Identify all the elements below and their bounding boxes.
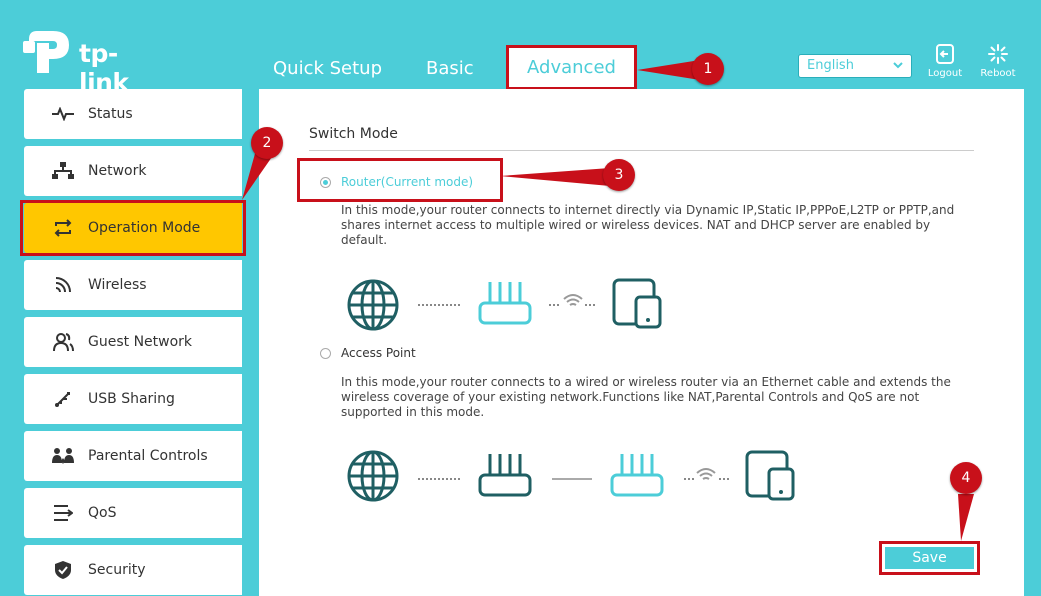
devices-icon	[745, 450, 795, 501]
language-value: English	[807, 58, 854, 73]
save-button[interactable]: Save	[885, 547, 974, 569]
connection-dots	[684, 478, 694, 480]
language-select[interactable]: English	[798, 54, 912, 78]
divider	[309, 150, 974, 151]
reboot-icon	[988, 44, 1008, 64]
access-point-radio[interactable]	[320, 348, 331, 359]
connection-dots	[585, 304, 595, 306]
main-router-icon	[478, 454, 532, 497]
section-title: Switch Mode	[309, 126, 398, 142]
tplink-logo: tp-link	[23, 27, 163, 97]
sidebar-item-guest-network[interactable]: Guest Network	[24, 317, 242, 367]
sidebar-item-security[interactable]: Security	[24, 545, 242, 595]
ethernet-line	[552, 478, 592, 480]
pulse-icon	[50, 101, 76, 127]
sidebar-item-parental-controls[interactable]: Parental Controls	[24, 431, 242, 481]
operation-mode-highlight	[20, 200, 246, 256]
sidebar-item-label: Security	[88, 562, 146, 578]
internet-globe-icon	[347, 279, 399, 331]
tab-advanced[interactable]: Advanced	[509, 48, 634, 87]
wifi-icon	[50, 272, 76, 298]
router-mode-highlight	[297, 158, 503, 202]
main-panel: Switch Mode Router(Current mode) In this…	[259, 89, 1024, 596]
sidebar-item-network[interactable]: Network	[24, 146, 242, 196]
wifi-signal-icon	[696, 468, 716, 480]
access-point-description: In this mode,your router connects to a w…	[341, 375, 951, 419]
sidebar-item-label: Network	[88, 163, 147, 179]
access-point-router-icon	[610, 454, 664, 497]
sidebar-item-label: Status	[88, 106, 133, 122]
wifi-signal-icon	[563, 294, 583, 306]
access-point-label[interactable]: Access Point	[341, 346, 416, 360]
router-mode-description: In this mode,your router connects to int…	[341, 203, 955, 247]
connection-dots	[418, 478, 460, 480]
connection-dots	[549, 304, 559, 306]
sidebar-item-label: USB Sharing	[88, 391, 175, 407]
tplink-logo-icon	[23, 31, 69, 73]
connection-dots	[418, 304, 460, 306]
network-icon	[50, 158, 76, 184]
callout-3: 3	[603, 159, 635, 191]
save-highlight: Save	[879, 541, 980, 575]
router-icon	[478, 282, 532, 325]
chevron-down-icon	[893, 62, 903, 69]
sidebar-item-label: QoS	[88, 505, 117, 521]
sidebar-item-wireless[interactable]: Wireless	[24, 260, 242, 310]
reboot-button[interactable]: Reboot	[976, 43, 1020, 79]
sidebar-item-label: Wireless	[88, 277, 147, 293]
tab-advanced-highlight: Advanced	[506, 45, 637, 90]
users-icon	[50, 329, 76, 355]
usb-icon	[50, 386, 76, 412]
internet-globe-icon	[347, 450, 399, 502]
qos-icon	[50, 500, 76, 526]
connection-dots	[719, 478, 729, 480]
tab-basic[interactable]: Basic	[426, 58, 474, 79]
sidebar-item-label: Parental Controls	[88, 448, 208, 464]
sidebar-item-qos[interactable]: QoS	[24, 488, 242, 538]
logout-label: Logout	[927, 68, 963, 79]
callout-4: 4	[950, 462, 982, 494]
reboot-label: Reboot	[980, 68, 1016, 79]
sidebar-item-label: Guest Network	[88, 334, 193, 350]
sidebar-item-status[interactable]: Status	[24, 89, 242, 139]
devices-icon	[612, 278, 662, 329]
sidebar-item-usb-sharing[interactable]: USB Sharing	[24, 374, 242, 424]
tab-quick-setup[interactable]: Quick Setup	[273, 58, 382, 79]
callout-1: 1	[692, 53, 724, 85]
family-icon	[50, 443, 76, 469]
shield-icon	[50, 557, 76, 583]
logout-button[interactable]: Logout	[923, 43, 967, 79]
logout-icon	[936, 44, 954, 64]
callout-2: 2	[251, 127, 283, 159]
